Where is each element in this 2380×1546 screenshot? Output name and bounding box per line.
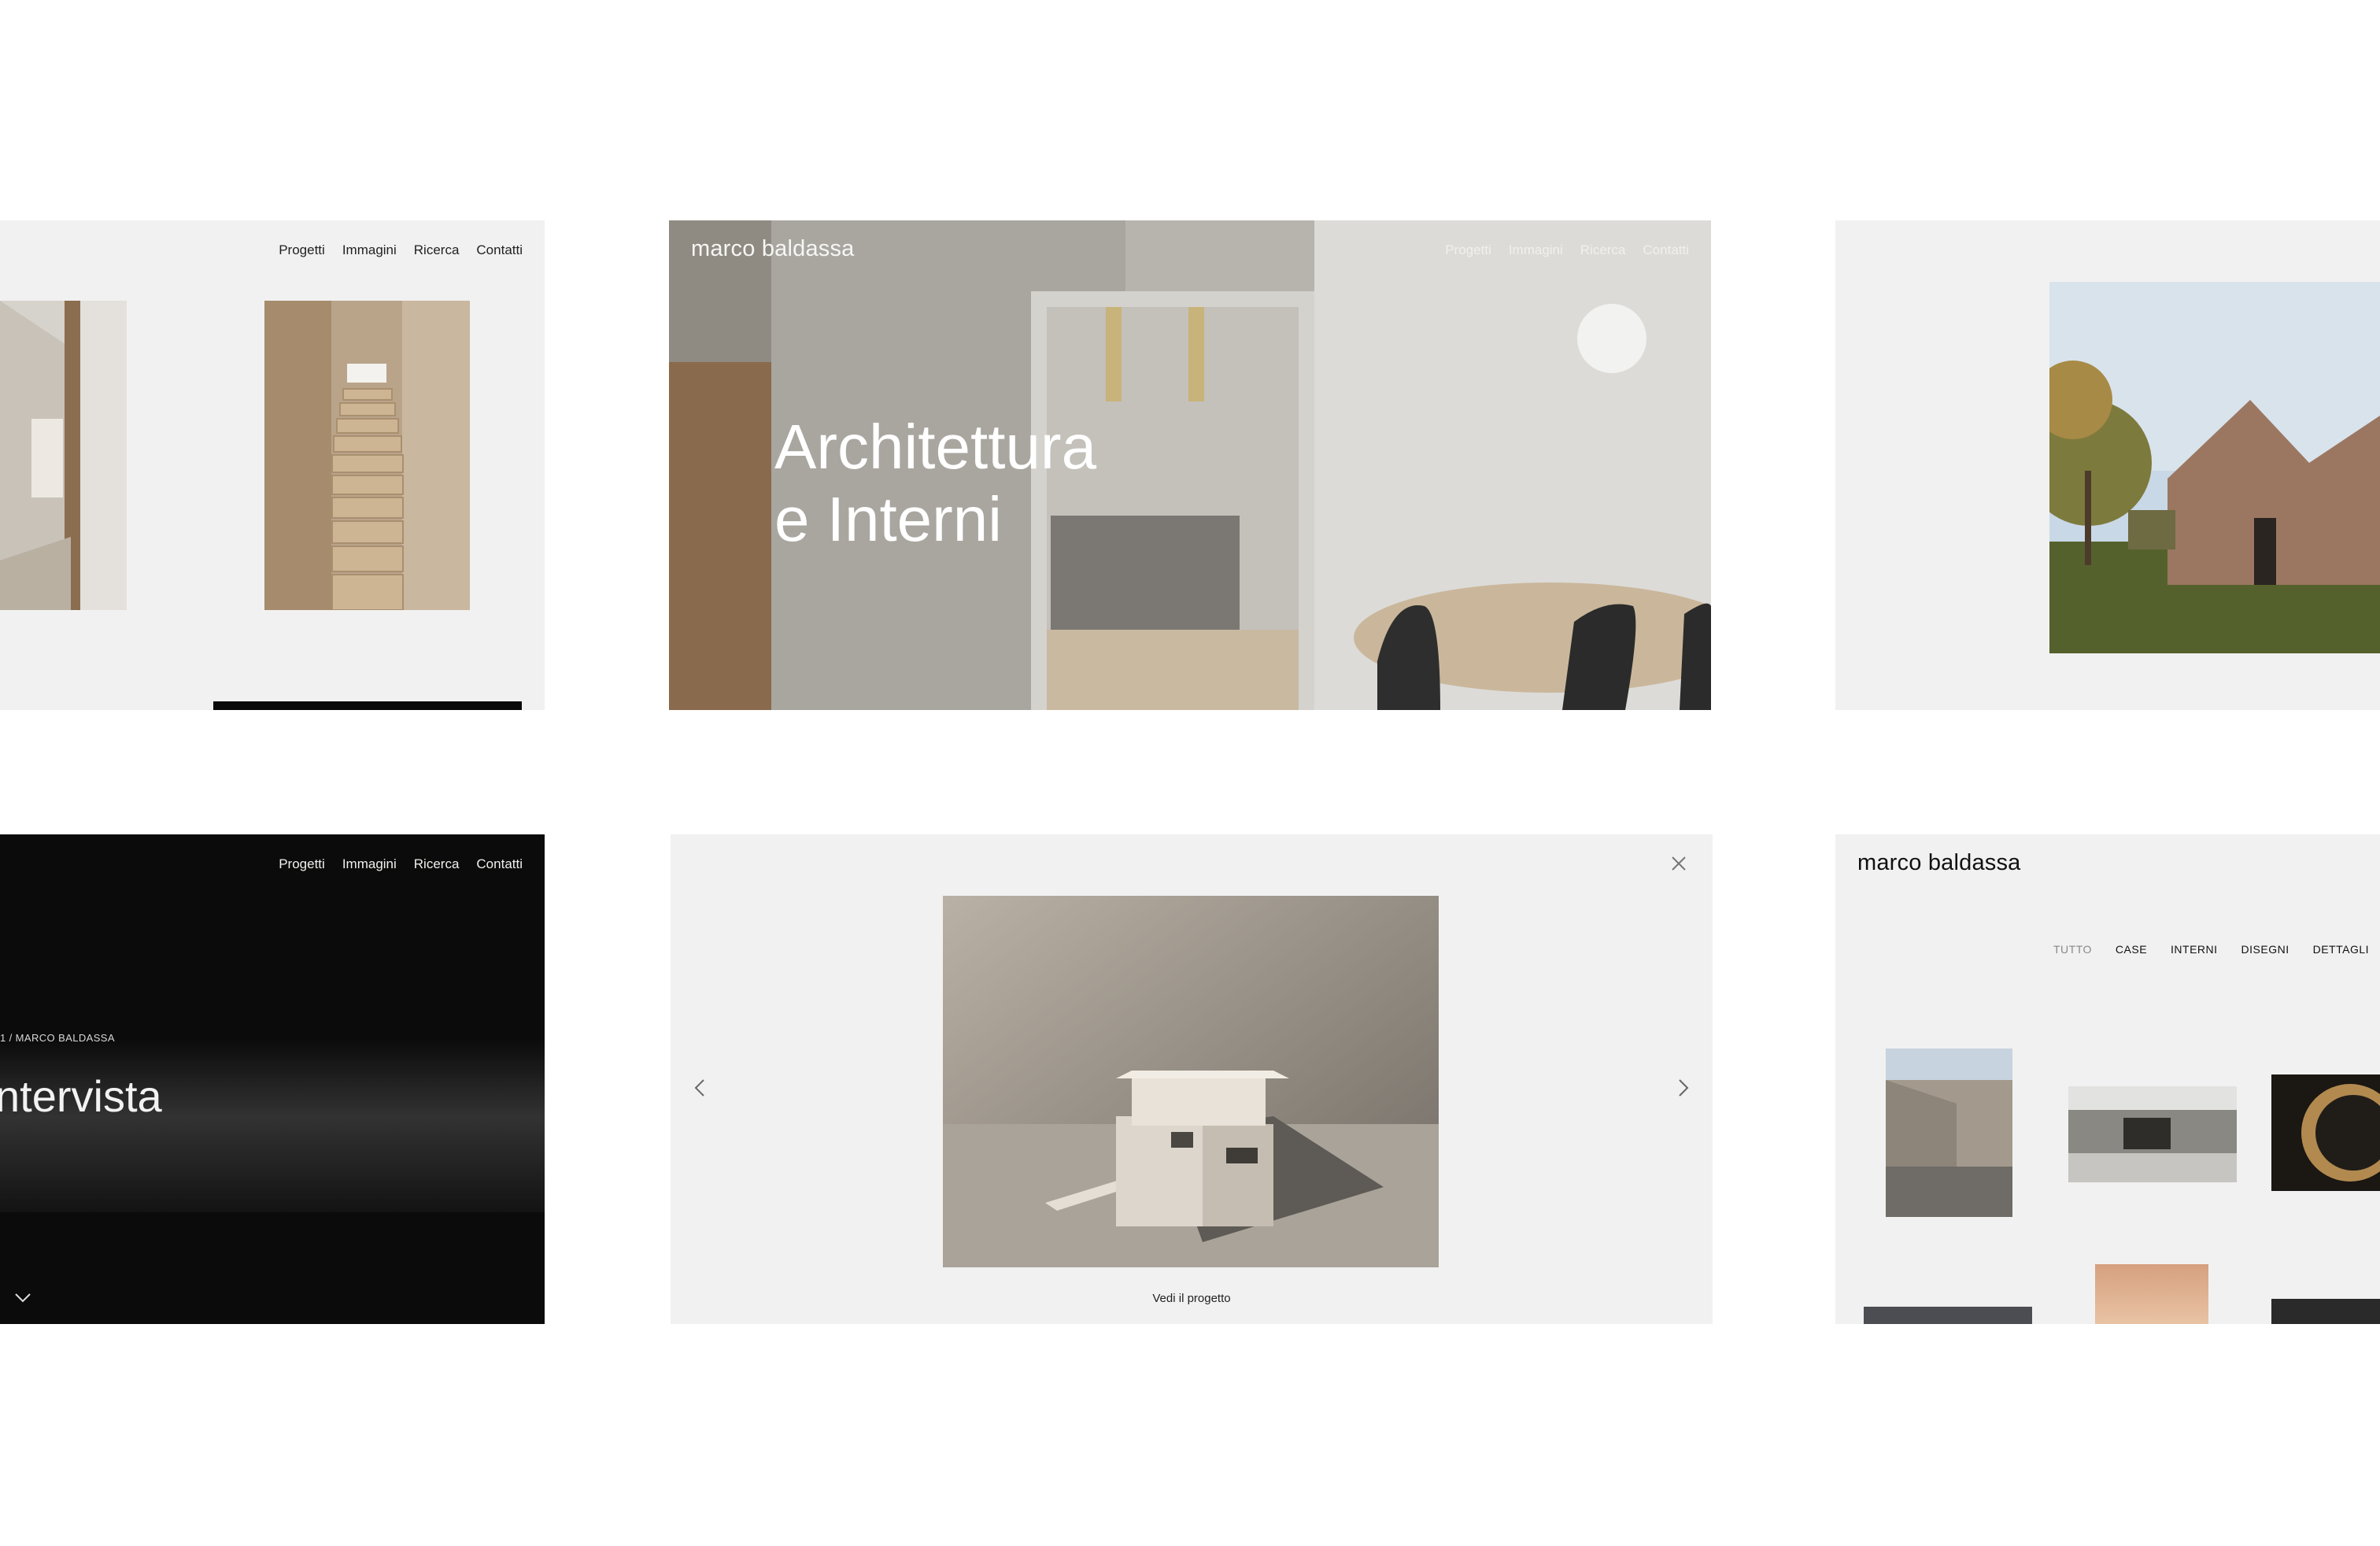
main-nav: Progetti Immagini Ricerca Contatti xyxy=(279,242,523,258)
breadcrumb: 1 / MARCO BALDASSA xyxy=(0,1032,115,1044)
dark-haze xyxy=(0,1039,545,1212)
chevron-right-icon[interactable] xyxy=(1678,1078,1689,1097)
nav-immagini[interactable]: Immagini xyxy=(342,242,397,258)
thumb-courtyard[interactable] xyxy=(1886,1049,2012,1217)
hero-title: Architettura e Interni xyxy=(774,411,1096,556)
nav-progetti[interactable]: Progetti xyxy=(279,242,325,258)
preview-panel-hero: marco baldassa Progetti Immagini Ricerca… xyxy=(669,220,1711,710)
thumb-eclipse-light[interactable] xyxy=(2271,1074,2380,1191)
preview-panel-project-grid: marco baldassa TUTTO CASE INTERNI DISEGN… xyxy=(1835,834,2380,1324)
main-nav: Progetti Immagini Ricerca Contatti xyxy=(1445,242,1689,258)
site-logo[interactable]: marco baldassa xyxy=(691,236,855,262)
preview-panel-gallery: Progetti Immagini Ricerca Contatti xyxy=(0,220,545,710)
filter-dettagli[interactable]: DETTAGLI xyxy=(2313,943,2369,956)
preview-panel-lightbox: Vedi il progetto xyxy=(671,834,1713,1324)
close-icon[interactable] xyxy=(1670,855,1687,872)
preview-panel-project xyxy=(1835,220,2380,710)
filter-disegni[interactable]: DISEGNI xyxy=(2241,943,2289,956)
thumb-row2-c[interactable] xyxy=(2271,1299,2380,1324)
nav-ricerca[interactable]: Ricerca xyxy=(414,242,460,258)
nav-immagini[interactable]: Immagini xyxy=(1509,242,1563,258)
nav-ricerca[interactable]: Ricerca xyxy=(414,856,460,872)
filter-tutto[interactable]: TUTTO xyxy=(2053,943,2092,956)
hero-title-line2: e Interni xyxy=(774,484,1003,554)
photo-architectural-model[interactable] xyxy=(943,896,1439,1267)
nav-contatti[interactable]: Contatti xyxy=(476,856,523,872)
thumb-pavilion[interactable] xyxy=(2068,1086,2237,1182)
main-nav: Progetti Immagini Ricerca Contatti xyxy=(279,856,523,872)
interview-title: ntervista xyxy=(0,1071,162,1121)
nav-progetti[interactable]: Progetti xyxy=(279,856,325,872)
filter-case[interactable]: CASE xyxy=(2116,943,2147,956)
photo-staircase[interactable] xyxy=(264,301,470,610)
site-logo[interactable]: marco baldassa xyxy=(1857,850,2021,876)
photo-brick-house[interactable] xyxy=(2049,282,2380,653)
photo-dark-strip xyxy=(213,701,522,710)
nav-immagini[interactable]: Immagini xyxy=(342,856,397,872)
photo-corridor[interactable] xyxy=(0,301,127,610)
thumb-row2-b[interactable] xyxy=(2095,1264,2208,1324)
category-filters: TUTTO CASE INTERNI DISEGNI DETTAGLI PL xyxy=(2053,943,2380,956)
chevron-down-icon[interactable] xyxy=(14,1293,31,1304)
nav-contatti[interactable]: Contatti xyxy=(476,242,523,258)
filter-interni[interactable]: INTERNI xyxy=(2171,943,2218,956)
thumb-row2-a[interactable] xyxy=(1864,1307,2032,1324)
nav-ricerca[interactable]: Ricerca xyxy=(1580,242,1626,258)
hero-title-line1: Architettura xyxy=(774,412,1097,482)
preview-panel-interview: Progetti Immagini Ricerca Contatti 1 / M… xyxy=(0,834,545,1324)
nav-progetti[interactable]: Progetti xyxy=(1445,242,1491,258)
view-project-link[interactable]: Vedi il progetto xyxy=(671,1292,1713,1305)
chevron-left-icon[interactable] xyxy=(694,1078,705,1097)
nav-contatti[interactable]: Contatti xyxy=(1643,242,1689,258)
